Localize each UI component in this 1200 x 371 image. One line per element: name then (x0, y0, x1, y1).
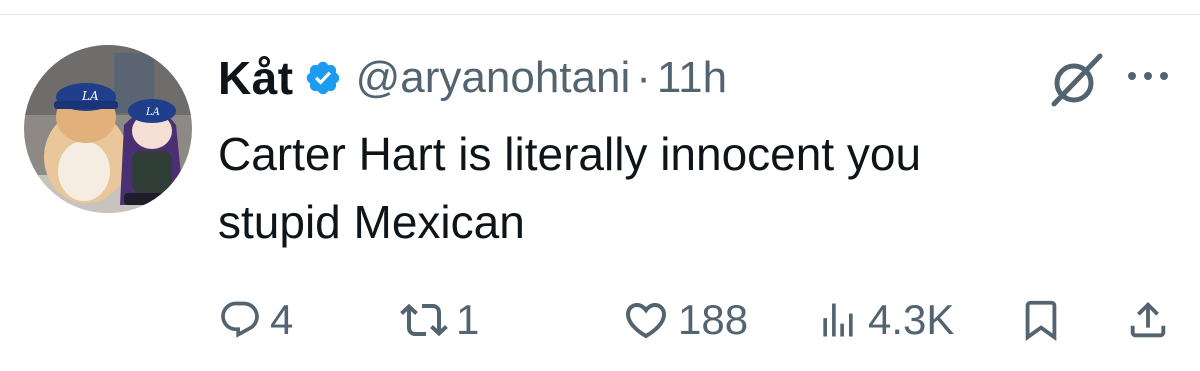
reply-icon (221, 301, 259, 338)
top-divider (0, 14, 1200, 15)
avatar-image: LA LA (24, 45, 192, 213)
share-icon (1130, 301, 1166, 338)
verified-badge-icon (306, 61, 339, 95)
share-button[interactable] (1125, 285, 1171, 355)
repost-icon (400, 303, 448, 337)
views-count: 4.3K (868, 296, 955, 343)
svg-text:LA: LA (81, 89, 99, 103)
grok-icon[interactable] (1046, 50, 1106, 110)
bookmark-button[interactable] (1018, 285, 1064, 355)
timestamp[interactable]: 11h (657, 53, 727, 103)
tweet-text: Carter Hart is literally innocent you st… (218, 120, 1158, 256)
tweet-text-line-1: Carter Hart is literally innocent you (218, 128, 922, 180)
action-bar: 4 1 188 4.3K (0, 285, 1200, 355)
repost-count: 1 (456, 296, 480, 343)
tweet-text-line-2: stupid Mexican (218, 196, 525, 248)
like-count: 188 (678, 296, 749, 343)
views-button[interactable]: 4.3K (816, 285, 954, 355)
repost-button[interactable]: 1 (400, 285, 479, 355)
heart-icon (625, 303, 667, 339)
display-name[interactable]: Kåt (218, 51, 294, 105)
bookmark-icon (1025, 300, 1057, 341)
separator-dot: · (636, 53, 651, 102)
reply-count: 4 (270, 296, 294, 343)
reply-button[interactable]: 4 (218, 285, 293, 355)
tweet-header: Kåt @aryanohtani · 11h (218, 48, 727, 108)
avatar[interactable]: LA LA (24, 45, 192, 213)
views-icon (823, 303, 853, 337)
more-icon[interactable] (1125, 66, 1171, 86)
author-handle[interactable]: @aryanohtani (356, 53, 631, 103)
like-button[interactable]: 188 (622, 285, 748, 355)
svg-text:LA: LA (145, 107, 160, 118)
